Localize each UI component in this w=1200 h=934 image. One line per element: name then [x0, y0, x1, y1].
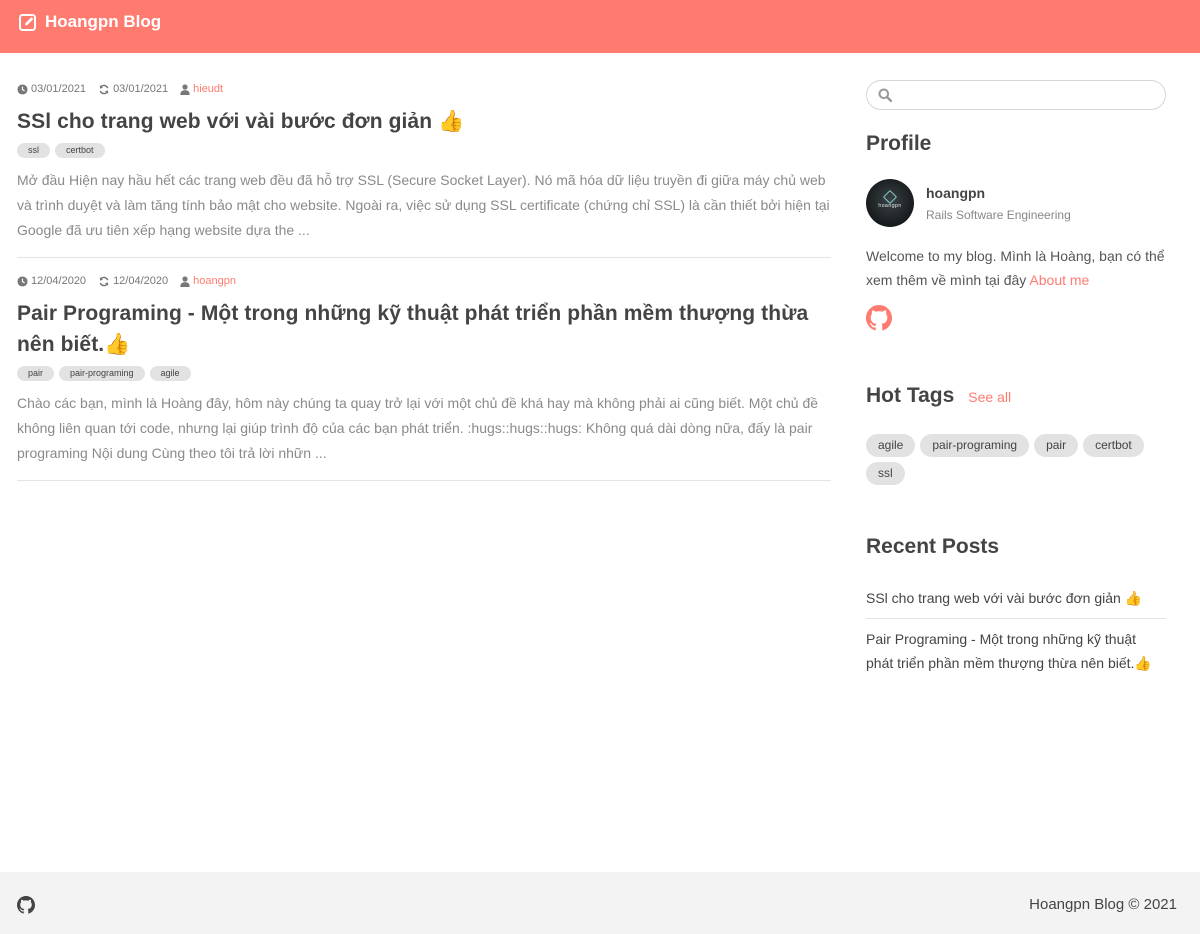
profile-card: hoangpn hoangpn Rails Software Engineeri… [866, 179, 1166, 227]
brand-link[interactable]: Hoangpn Blog [18, 10, 161, 34]
hot-tags-header: Hot Tags See all [866, 383, 1166, 409]
search-box [866, 80, 1166, 110]
search-icon [878, 88, 892, 102]
hot-tag-ssl[interactable]: ssl [866, 462, 905, 485]
profile-name: hoangpn [926, 184, 986, 201]
clock-icon [17, 275, 28, 287]
author-link[interactable]: hoangpn [180, 275, 236, 287]
post-item: 12/04/2020 12/04/2020 hoangpn Pair Progr… [17, 272, 831, 481]
github-icon [17, 896, 35, 914]
created-date: 03/01/2021 [17, 83, 86, 95]
post-list: 03/01/2021 03/01/2021 hieudt SSl cho tra… [17, 80, 831, 481]
about-me-link[interactable]: About me [1029, 272, 1089, 288]
post-meta: 12/04/2020 12/04/2020 hoangpn [17, 272, 831, 290]
recent-posts-list: SSl cho trang web với vài bước đơn giản … [866, 584, 1166, 683]
post-meta: 03/01/2021 03/01/2021 hieudt [17, 80, 831, 98]
recent-posts-heading: Recent Posts [866, 535, 1000, 558]
search-input[interactable] [897, 84, 1157, 106]
hot-tag-certbot[interactable]: certbot [1083, 434, 1144, 457]
profile-role: Rails Software Engineering [926, 207, 1071, 222]
see-all-link[interactable]: See all [968, 389, 1011, 405]
footer-github-link[interactable] [17, 896, 35, 919]
post-title[interactable]: SSl cho trang web với vài bước đơn giản … [17, 106, 831, 137]
logo-mark-icon [882, 189, 898, 205]
hot-tags-list: agile pair-programing pair certbot ssl [866, 434, 1166, 485]
refresh-icon [99, 84, 109, 94]
profile-heading: Profile [866, 132, 932, 155]
top-navbar: Hoangpn Blog [0, 0, 1200, 53]
post-excerpt: Mở đầu Hiện nay hầu hết các trang web đề… [17, 172, 830, 238]
copyright-text: Hoangpn Blog © 2021 [1029, 896, 1177, 913]
updated-date: 03/01/2021 [98, 83, 168, 95]
tag-agile[interactable]: agile [149, 366, 191, 381]
hot-tag-pair[interactable]: pair [1034, 434, 1079, 457]
author-link[interactable]: hieudt [180, 83, 223, 95]
post-excerpt: Chào các bạn, mình là Hoàng đây, hôm này… [17, 395, 819, 461]
post-tags: pair pair-programing agile [17, 366, 831, 381]
github-icon [866, 305, 892, 331]
footer: Hoangpn Blog © 2021 [0, 872, 1200, 934]
tag-pair[interactable]: pair [17, 366, 55, 381]
updated-date: 12/04/2020 [98, 275, 168, 287]
clock-icon [17, 83, 28, 95]
user-icon [180, 83, 190, 95]
hot-tag-agile[interactable]: agile [866, 434, 916, 457]
tag-certbot[interactable]: certbot [55, 143, 105, 158]
tag-ssl[interactable]: ssl [17, 143, 50, 158]
post-tags: ssl certbot [17, 143, 831, 158]
user-icon [180, 275, 190, 287]
post-title[interactable]: Pair Programing - Một trong những kỹ thu… [17, 298, 831, 360]
welcome-text: Welcome to my blog. Mình là Hoàng, bạn c… [866, 248, 1165, 288]
sidebar: Profile hoangpn hoangpn Rails Software E… [866, 80, 1166, 683]
recent-post-link[interactable]: Pair Programing - Một trong những kỹ thu… [866, 618, 1166, 683]
created-date: 12/04/2020 [17, 275, 86, 287]
recent-post-link[interactable]: SSl cho trang web với vài bước đơn giản … [866, 584, 1166, 618]
post-item: 03/01/2021 03/01/2021 hieudt SSl cho tra… [17, 80, 831, 258]
brand-title: Hoangpn Blog [45, 12, 162, 31]
tag-pair-programing[interactable]: pair-programing [59, 366, 145, 381]
edit-square-icon [19, 14, 36, 31]
avatar[interactable]: hoangpn [866, 179, 914, 227]
refresh-icon [99, 276, 109, 286]
hot-tags-heading: Hot Tags [866, 384, 955, 407]
hot-tag-pair-programing[interactable]: pair-programing [920, 434, 1030, 457]
github-link[interactable] [866, 305, 892, 331]
